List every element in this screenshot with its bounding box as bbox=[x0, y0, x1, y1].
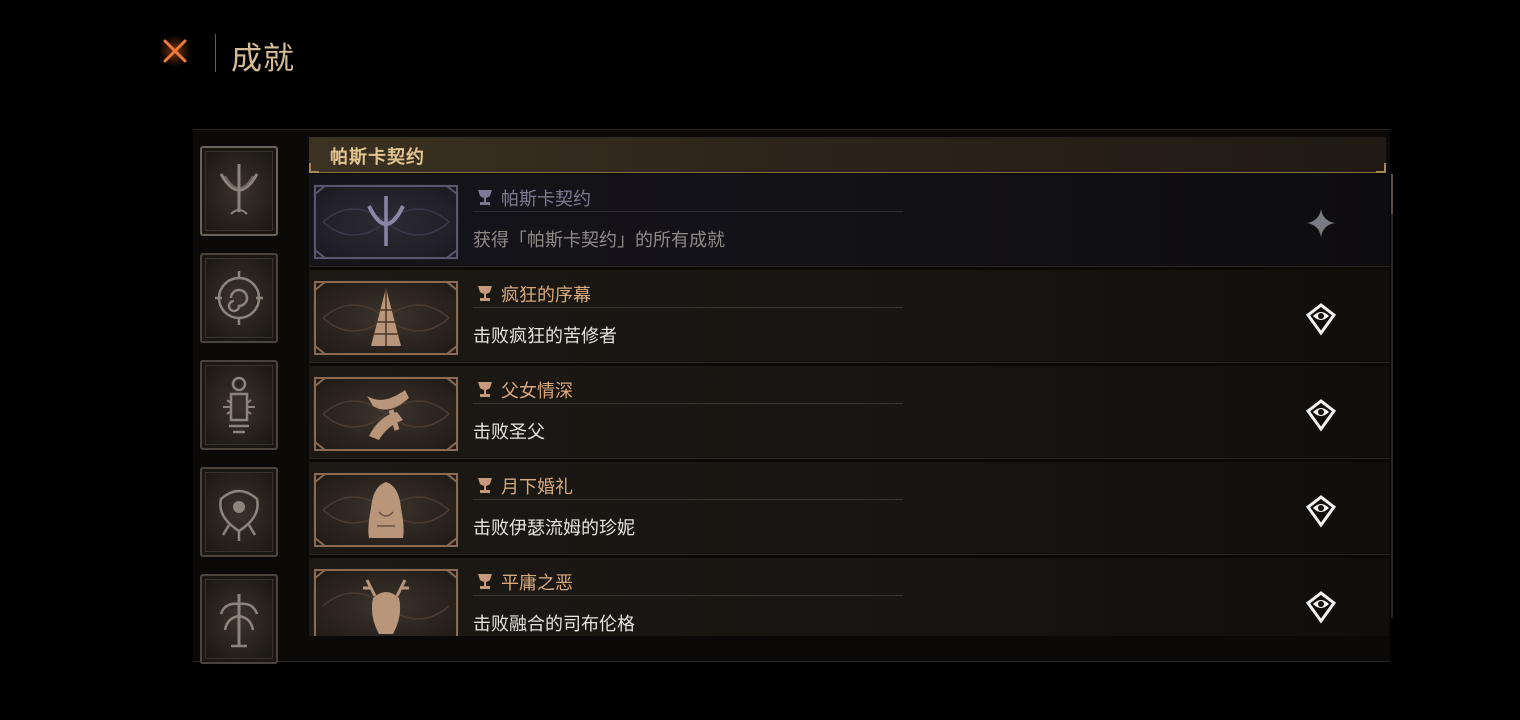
category-tab-eye[interactable] bbox=[200, 467, 278, 557]
page-title: 成就 bbox=[231, 41, 295, 77]
achievement-row[interactable]: 疯狂的序幕 击败疯狂的苦修者 bbox=[309, 270, 1389, 363]
achievement-title-bar: 月下婚礼 bbox=[473, 472, 903, 500]
achievement-name: 平庸之恶 bbox=[501, 573, 573, 594]
scrollbar-thumb[interactable] bbox=[1391, 174, 1393, 214]
achievement-title-bar: 平庸之恶 bbox=[473, 568, 903, 596]
section-title: 帕斯卡契约 bbox=[330, 147, 425, 168]
achievement-name: 月下婚礼 bbox=[501, 477, 573, 498]
spiked-tree-icon bbox=[371, 288, 401, 346]
section-header: 帕斯卡契约 bbox=[309, 137, 1386, 173]
achievement-description: 击败融合的司布伦格 bbox=[473, 614, 635, 635]
close-x-icon bbox=[159, 35, 191, 67]
veiled-figure-icon bbox=[368, 482, 404, 538]
achievement-name: 父女情深 bbox=[501, 381, 573, 402]
tree-sigil-icon bbox=[219, 594, 259, 648]
category-tab-tree[interactable] bbox=[200, 574, 278, 664]
achievement-thumbnail bbox=[313, 184, 459, 260]
antlered-beast-icon bbox=[363, 579, 409, 634]
achievement-title-bar: 帕斯卡契约 bbox=[473, 184, 903, 212]
lantern-sigil-icon bbox=[223, 376, 255, 434]
achievement-thumbnail bbox=[313, 376, 459, 452]
crescent-moon-sigil-icon bbox=[219, 164, 259, 215]
sparkle-icon bbox=[1307, 209, 1335, 237]
achievement-title-bar: 疯狂的序幕 bbox=[473, 280, 903, 308]
trophy-cup-icon bbox=[478, 286, 492, 301]
achievement-list[interactable]: 帕斯卡契约 获得「帕斯卡契约」的所有成就 疯狂的序幕 击败疯狂的苦修者 父女情深… bbox=[309, 174, 1389, 636]
achievement-description: 获得「帕斯卡契约」的所有成就 bbox=[473, 230, 725, 251]
category-tab-spiral[interactable] bbox=[200, 253, 278, 343]
achievement-status bbox=[1302, 204, 1340, 242]
category-tab-crescent[interactable] bbox=[200, 146, 278, 236]
crescent-moon-icon bbox=[367, 196, 405, 246]
achievement-description: 击败伊瑟流姆的珍妮 bbox=[473, 518, 635, 539]
list-scrollbar[interactable] bbox=[1391, 174, 1393, 618]
trophy-cup-icon bbox=[478, 190, 492, 205]
achievement-status bbox=[1302, 396, 1340, 434]
platform-badge-icon bbox=[1305, 399, 1337, 432]
achievement-thumbnail bbox=[313, 280, 459, 356]
category-tab-lantern[interactable] bbox=[200, 360, 278, 450]
achievement-status bbox=[1302, 588, 1340, 626]
trophy-cup-icon bbox=[478, 574, 492, 589]
trophy-cup-icon bbox=[478, 382, 492, 397]
spiral-compass-sigil-icon bbox=[215, 271, 263, 325]
header-divider bbox=[215, 34, 216, 72]
trophy-cup-icon bbox=[478, 478, 492, 493]
achievement-title-bar: 父女情深 bbox=[473, 376, 903, 404]
achievement-row[interactable]: 父女情深 击败圣父 bbox=[309, 366, 1389, 459]
close-button[interactable] bbox=[156, 32, 194, 70]
achievement-name: 帕斯卡契约 bbox=[501, 189, 591, 210]
achievements-screen: 成就 帕斯卡契约 帕斯卡契约 获得「帕斯卡契约」的所有成就 疯狂的序幕 击败疯狂… bbox=[0, 0, 1520, 720]
platform-badge-icon bbox=[1305, 495, 1337, 528]
achievement-row[interactable]: 帕斯卡契约 获得「帕斯卡契约」的所有成就 bbox=[309, 174, 1389, 267]
achievement-description: 击败圣父 bbox=[473, 422, 545, 443]
achievement-status bbox=[1302, 300, 1340, 338]
achievement-description: 击败疯狂的苦修者 bbox=[473, 326, 617, 347]
achievement-thumbnail bbox=[313, 472, 459, 548]
achievement-thumbnail bbox=[313, 568, 459, 636]
eye-sigil-icon bbox=[219, 489, 259, 541]
achievement-row[interactable]: 月下婚礼 击败伊瑟流姆的珍妮 bbox=[309, 462, 1389, 555]
platform-badge-icon bbox=[1305, 591, 1337, 624]
platform-badge-icon bbox=[1305, 303, 1337, 336]
achievement-name: 疯狂的序幕 bbox=[501, 285, 591, 306]
achievement-status bbox=[1302, 492, 1340, 530]
achievement-row[interactable]: 平庸之恶 击败融合的司布伦格 bbox=[309, 558, 1389, 636]
